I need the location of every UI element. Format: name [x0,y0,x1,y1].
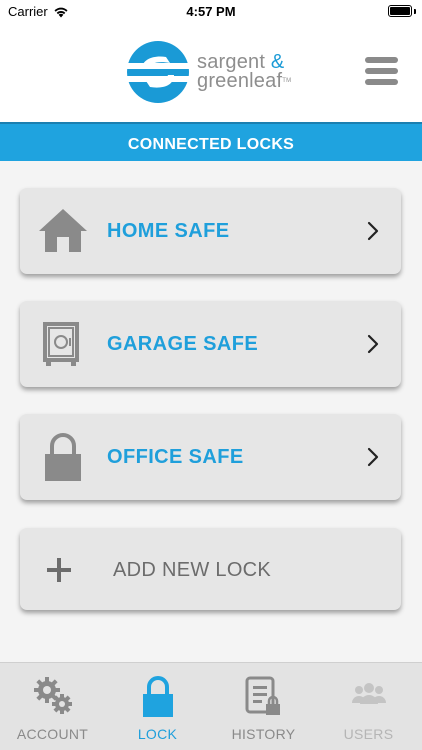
padlock-icon [143,676,173,717]
logo-text: sargent & greenleafTM [197,52,292,92]
tab-label: USERS [343,726,394,742]
gears-icon [34,677,72,714]
chevron-right-icon [367,447,379,467]
add-new-lock-label: ADD NEW LOCK [113,559,272,581]
add-new-lock-button[interactable]: ADD NEW LOCK [20,528,401,610]
tab-label: ACCOUNT [16,726,89,742]
tab-label: HISTORY [231,726,296,742]
lock-card-label: HOME SAFE [107,220,230,242]
lock-card-home-safe[interactable]: HOME SAFE [20,188,401,274]
logo-line2: greenleaf [197,70,283,92]
lock-card-garage-safe[interactable]: GARAGE SAFE [20,301,401,387]
tab-lock[interactable]: LOCK [105,663,210,750]
tab-label: LOCK [137,726,178,742]
app-header: sargent & greenleafTM [0,24,422,122]
users-icon [352,683,386,704]
safe-icon [43,322,79,366]
padlock-icon [45,433,81,481]
house-icon [39,209,87,252]
chevron-right-icon [367,334,379,354]
tab-account[interactable]: ACCOUNT [0,663,105,750]
brand-logo: sargent & greenleafTM [126,40,291,104]
bottom-tab-bar: ACCOUNT LOCK HISTORY USERS [0,662,422,750]
chevron-right-icon [367,221,379,241]
status-bar: Carrier 4:57 PM [0,0,422,24]
tab-history[interactable]: HISTORY [211,663,316,750]
plus-icon [47,558,71,582]
lock-card-label: OFFICE SAFE [107,446,244,468]
section-title: CONNECTED LOCKS [0,122,422,161]
status-time: 4:57 PM [186,4,236,19]
battery-tip [414,9,416,14]
logo-mark-icon [126,41,190,103]
lock-card-label: GARAGE SAFE [107,333,259,355]
tab-users[interactable]: USERS [316,663,421,750]
history-icon [245,676,280,715]
battery-icon [388,5,412,17]
logo-trademark: TM [282,78,292,84]
lock-card-office-safe[interactable]: OFFICE SAFE [20,414,401,500]
hamburger-menu-icon[interactable] [365,57,398,89]
